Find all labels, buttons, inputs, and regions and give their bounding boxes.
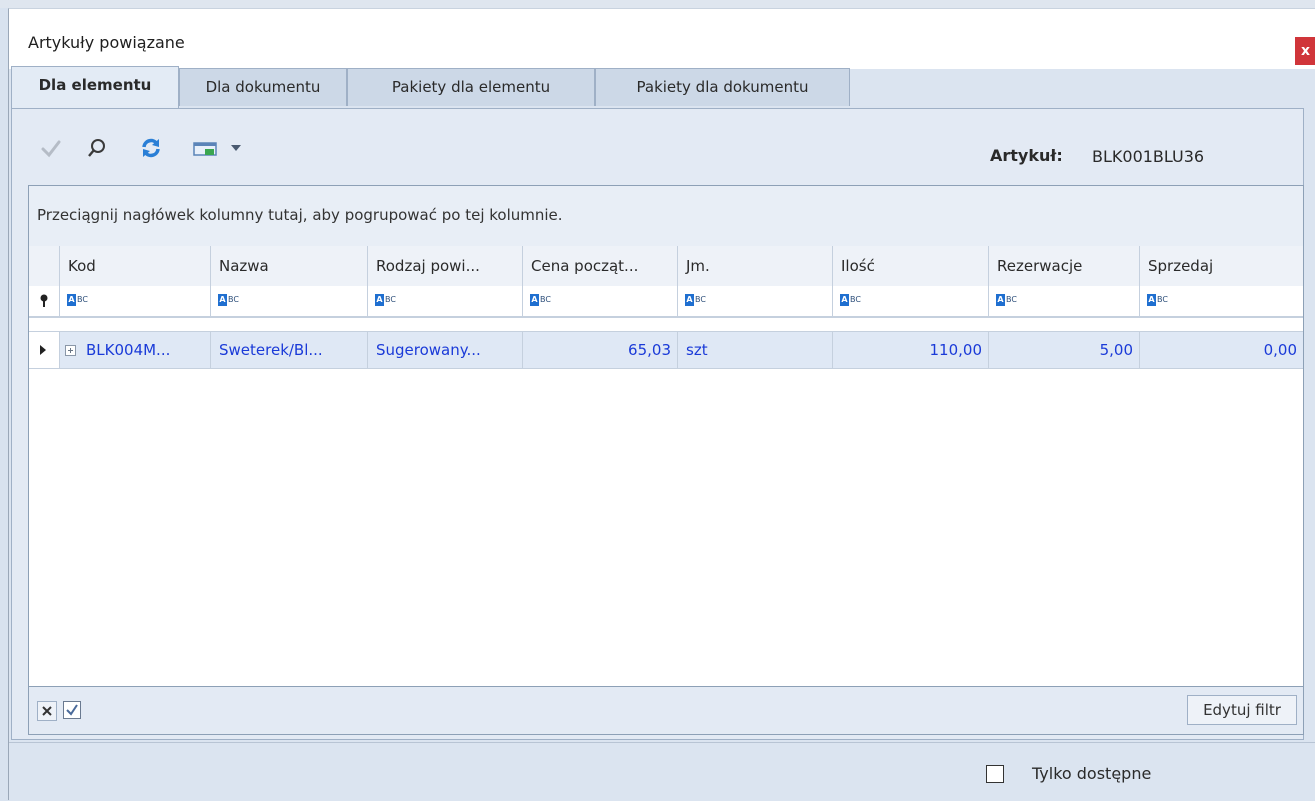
edit-filter-button[interactable]: Edytuj filtr xyxy=(1187,695,1297,725)
filter-cell-sprzedaj[interactable]: A BC xyxy=(1140,286,1303,316)
text-filter-icon: A BC xyxy=(840,294,861,306)
text-filter-icon: A BC xyxy=(685,294,706,306)
table-row[interactable]: BLK004M... Sweterek/Bl... Sugerowany... … xyxy=(29,331,1303,369)
group-by-panel[interactable]: Przeciągnij nagłówek kolumny tutaj, aby … xyxy=(29,186,1303,247)
filter-cell-kod[interactable]: A BC xyxy=(60,286,211,316)
clear-filter-icon[interactable] xyxy=(37,701,57,721)
dropdown-arrow-icon[interactable] xyxy=(228,135,244,161)
cell-ilosc[interactable]: 110,00 xyxy=(833,332,989,368)
close-button[interactable]: x xyxy=(1295,37,1315,65)
column-header-nazwa[interactable]: Nazwa xyxy=(211,246,368,286)
top-strip xyxy=(0,0,1315,8)
search-icon[interactable] xyxy=(84,135,110,161)
cell-jm[interactable]: szt xyxy=(678,332,833,368)
cell-rodzaj[interactable]: Sugerowany... xyxy=(368,332,523,368)
refresh-icon[interactable] xyxy=(138,135,164,161)
text-filter-icon: A BC xyxy=(67,294,88,306)
cell-cena[interactable]: 65,03 xyxy=(523,332,678,368)
filter-cell-rezerwacje[interactable]: A BC xyxy=(989,286,1140,316)
data-grid: Przeciągnij nagłówek kolumny tutaj, aby … xyxy=(28,185,1304,687)
only-available-checkbox[interactable] xyxy=(986,765,1004,783)
only-available-label: Tylko dostępne xyxy=(1032,764,1152,783)
expand-icon[interactable] xyxy=(65,345,76,356)
filter-cell-rodzaj[interactable]: A BC xyxy=(368,286,523,316)
tab-pakiety-dla-elementu[interactable]: Pakiety dla elementu xyxy=(347,68,595,106)
cell-nazwa[interactable]: Sweterek/Bl... xyxy=(211,332,368,368)
filter-cell-cena[interactable]: A BC xyxy=(523,286,678,316)
text-filter-icon: A BC xyxy=(375,294,396,306)
check-icon[interactable] xyxy=(38,135,64,161)
row-pointer-icon xyxy=(29,332,60,368)
cell-rezerwacje[interactable]: 5,00 xyxy=(989,332,1140,368)
filter-enabled-checkbox[interactable] xyxy=(63,701,81,719)
kod-value: BLK004M... xyxy=(86,341,171,359)
column-header-cena[interactable]: Cena począt... xyxy=(523,246,678,286)
window-title: Artykuły powiązane xyxy=(28,33,185,52)
text-filter-icon: A BC xyxy=(218,294,239,306)
filter-cell-jm[interactable]: A BC xyxy=(678,286,833,316)
pin-icon xyxy=(29,286,60,316)
grid-filter-row: A BC A BC A BC A BC A BC A BC A BC A BC xyxy=(29,286,1303,318)
text-filter-icon: A BC xyxy=(996,294,1017,306)
artykul-label: Artykuł: xyxy=(990,146,1063,165)
artykul-value: BLK001BLU36 xyxy=(1092,147,1205,166)
group-hint-text: Przeciągnij nagłówek kolumny tutaj, aby … xyxy=(37,206,563,224)
export-icon[interactable] xyxy=(190,135,222,161)
grid-filter-bar: Edytuj filtr xyxy=(28,687,1304,735)
filter-cell-nazwa[interactable]: A BC xyxy=(211,286,368,316)
tab-pakiety-dla-dokumentu[interactable]: Pakiety dla dokumentu xyxy=(595,68,850,106)
column-header-sprzedaj[interactable]: Sprzedaj xyxy=(1140,246,1303,286)
filter-cell-ilosc[interactable]: A BC xyxy=(833,286,989,316)
row-indicator-header xyxy=(29,246,60,286)
column-header-rezerwacje[interactable]: Rezerwacje xyxy=(989,246,1140,286)
column-header-rodzaj[interactable]: Rodzaj powi... xyxy=(368,246,523,286)
column-header-jm[interactable]: Jm. xyxy=(678,246,833,286)
grid-header-row: Kod Nazwa Rodzaj powi... Cena począt... … xyxy=(29,246,1303,287)
column-header-kod[interactable]: Kod xyxy=(60,246,211,286)
tab-dla-dokumentu[interactable]: Dla dokumentu xyxy=(179,68,347,106)
text-filter-icon: A BC xyxy=(1147,294,1168,306)
tab-dla-elementu[interactable]: Dla elementu xyxy=(11,66,179,108)
column-header-ilosc[interactable]: Ilość xyxy=(833,246,989,286)
cell-sprzedaj[interactable]: 0,00 xyxy=(1140,332,1303,368)
title-bar: Artykuły powiązane x xyxy=(9,9,1315,69)
cell-kod[interactable]: BLK004M... xyxy=(60,332,211,368)
text-filter-icon: A BC xyxy=(530,294,551,306)
